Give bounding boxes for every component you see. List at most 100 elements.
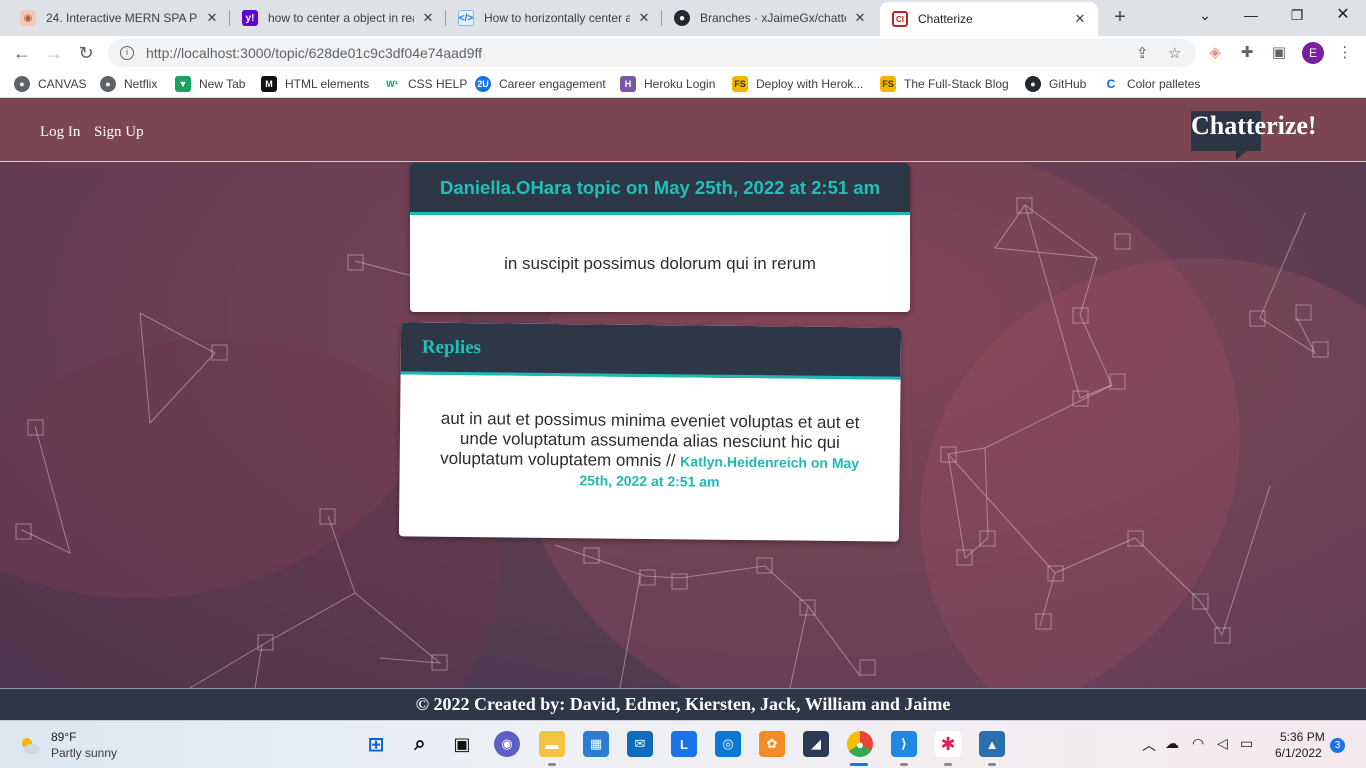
slack-icon[interactable]: ✱	[935, 731, 961, 757]
bookmark-netflix[interactable]: ● Netflix	[100, 76, 157, 92]
menu-kebab-icon[interactable]: ⋮	[1336, 44, 1354, 62]
notification-badge[interactable]: 3	[1330, 738, 1345, 753]
bookmark-color-palletes[interactable]: C Color palletes	[1103, 76, 1200, 92]
w3schools-icon: W³	[384, 76, 400, 92]
onedrive-icon[interactable]: ☁	[1165, 735, 1179, 752]
profile-avatar[interactable]: E	[1302, 42, 1324, 64]
fs-icon: FS	[732, 76, 748, 92]
window-close-button[interactable]: ✕	[1320, 0, 1366, 32]
brand-logo[interactable]: Chatterize!	[1191, 111, 1317, 141]
tab-title: how to center a object in rea	[268, 11, 414, 25]
volume-icon[interactable]: ◁	[1217, 735, 1228, 752]
coolors-icon: C	[1103, 76, 1119, 92]
address-bar[interactable]: i http://localhost:3000/topic/628de01c9c…	[108, 39, 1196, 67]
brand-bubble-tail	[1236, 150, 1248, 160]
code-icon: </>	[458, 10, 474, 26]
close-icon[interactable]: ✕	[852, 10, 868, 26]
bookmark-css-help[interactable]: W³ CSS HELP	[384, 76, 467, 92]
mysql-workbench-icon[interactable]: ◢	[803, 731, 829, 757]
windows-taskbar: 89°F Partly sunny ⊞ ⌕ ▣ ◉ ▬ ▦ ✉ L ◎ ✿ ◢ …	[0, 720, 1366, 768]
topic-card: Daniella.OHara topic on May 25th, 2022 a…	[410, 163, 910, 312]
bookmark-heroku[interactable]: H Heroku Login	[620, 76, 715, 92]
tab-chatterize[interactable]: CI Chatterize ✕	[880, 2, 1098, 36]
github-icon: ●	[674, 10, 690, 26]
bookmark-career[interactable]: 2U Career engagement	[475, 76, 606, 92]
puzzle-icon[interactable]: ✚	[1238, 44, 1256, 62]
wifi-icon[interactable]: ◠	[1192, 735, 1204, 752]
close-icon[interactable]: ✕	[636, 10, 652, 26]
bookmark-fullstack-blog[interactable]: FS The Full-Stack Blog	[880, 76, 1009, 92]
side-panel-icon[interactable]: ▣	[1270, 44, 1288, 62]
signup-link[interactable]: Sign Up	[94, 124, 144, 141]
replies-title: Replies	[400, 322, 902, 380]
tab-github-branches[interactable]: ● Branches · xJaimeGx/chatteri ✕	[662, 4, 878, 32]
tray-chevron-icon[interactable]: ︿	[1142, 735, 1156, 755]
bookmark-deploy-heroku[interactable]: FS Deploy with Herok...	[732, 76, 863, 92]
heroku-icon: H	[620, 76, 636, 92]
search-icon[interactable]: ⌕	[407, 731, 433, 757]
tab-search-button[interactable]: ⌄	[1182, 0, 1228, 32]
file-explorer-icon[interactable]: ▬	[539, 731, 565, 757]
login-link[interactable]: Log In	[40, 124, 80, 141]
bookmark-star-icon[interactable]: ☆	[1168, 44, 1181, 62]
maximize-button[interactable]: ❐	[1274, 0, 1320, 32]
back-button[interactable]: ←	[10, 41, 34, 65]
browser-toolbar: ← → ↻ i http://localhost:3000/topic/628d…	[0, 36, 1366, 70]
weather-temperature[interactable]: 89°F	[51, 730, 76, 744]
reply-item: aut in aut et possimus minima eveniet vo…	[399, 374, 900, 493]
address-url[interactable]: http://localhost:3000/topic/628de01c9c3d…	[146, 45, 482, 61]
github-icon: ●	[1025, 76, 1041, 92]
site-footer: © 2022 Created by: David, Edmer, Kierste…	[0, 688, 1366, 720]
weather-description[interactable]: Partly sunny	[51, 746, 117, 760]
forward-button[interactable]: →	[42, 41, 66, 65]
site-header: Log In Sign Up Chatterize!	[0, 98, 1366, 162]
windows-start-icon[interactable]: ⊞	[363, 731, 389, 757]
topic-body: in suscipit possimus dolorum qui in reru…	[504, 253, 816, 273]
tab-title: 24. Interactive MERN SPA Pro	[46, 11, 198, 25]
bookmark-html-elements[interactable]: M HTML elements	[261, 76, 369, 92]
close-icon[interactable]: ✕	[420, 10, 436, 26]
launcher-l-icon[interactable]: L	[671, 731, 697, 757]
mail-icon[interactable]: ✉	[627, 731, 653, 757]
new-tab-button[interactable]: +	[1108, 6, 1132, 30]
bookmark-newtab[interactable]: ▼ New Tab	[175, 76, 245, 92]
tab-center-object[interactable]: y! how to center a object in rea ✕	[230, 4, 446, 32]
globe-icon: ●	[14, 76, 30, 92]
extension-icon[interactable]: ◈	[1206, 44, 1224, 62]
photos-icon[interactable]: ▲	[979, 731, 1005, 757]
bookmarks-bar: ● CANVAS ● Netflix ▼ New Tab M HTML elements…	[0, 70, 1366, 98]
app-blue-icon[interactable]: ◎	[715, 731, 741, 757]
tab-title: Chatterize	[918, 12, 973, 26]
mdn-icon: M	[261, 76, 277, 92]
bootcamp-icon: ◉	[20, 10, 36, 26]
newtab-icon: ▼	[175, 76, 191, 92]
chrome-icon[interactable]: ●	[847, 731, 873, 757]
topic-header: Daniella.OHara topic on May 25th, 2022 a…	[410, 163, 910, 215]
replies-card: Replies aut in aut et possimus minima ev…	[398, 322, 902, 542]
vscode-icon[interactable]: ⟩	[891, 731, 917, 757]
app-orange-icon[interactable]: ✿	[759, 731, 785, 757]
globe-icon: ●	[100, 76, 116, 92]
fs-icon: FS	[880, 76, 896, 92]
tab-strip: ◉ 24. Interactive MERN SPA Pro ✕ y! how …	[0, 0, 1366, 36]
info-icon[interactable]: i	[120, 46, 134, 60]
close-icon[interactable]: ✕	[204, 10, 220, 26]
close-icon[interactable]: ✕	[1072, 11, 1088, 27]
teams-chat-icon[interactable]: ◉	[494, 731, 520, 757]
page-viewport: Log In Sign Up Chatterize! Daniella.OHar…	[0, 98, 1366, 720]
tab-mern[interactable]: ◉ 24. Interactive MERN SPA Pro ✕	[8, 4, 230, 32]
battery-icon[interactable]: ▭	[1240, 735, 1253, 752]
clock-time[interactable]: 5:36 PM	[1280, 730, 1325, 744]
tab-horizontal-center[interactable]: </> How to horizontally center ar ✕	[446, 4, 662, 32]
2u-icon: 2U	[475, 76, 491, 92]
bookmark-github[interactable]: ● GitHub	[1025, 76, 1086, 92]
bookmark-canvas[interactable]: ● CANVAS	[14, 76, 86, 92]
store-icon[interactable]: ▦	[583, 731, 609, 757]
share-icon[interactable]: ⇪	[1136, 44, 1149, 62]
tab-title: Branches · xJaimeGx/chatteri	[700, 11, 846, 25]
minimize-button[interactable]: —	[1228, 0, 1274, 32]
task-view-icon[interactable]: ▣	[449, 731, 475, 757]
partly-sunny-icon[interactable]	[18, 733, 42, 757]
reload-button[interactable]: ↻	[74, 41, 98, 65]
clock-date[interactable]: 6/1/2022	[1275, 746, 1322, 760]
